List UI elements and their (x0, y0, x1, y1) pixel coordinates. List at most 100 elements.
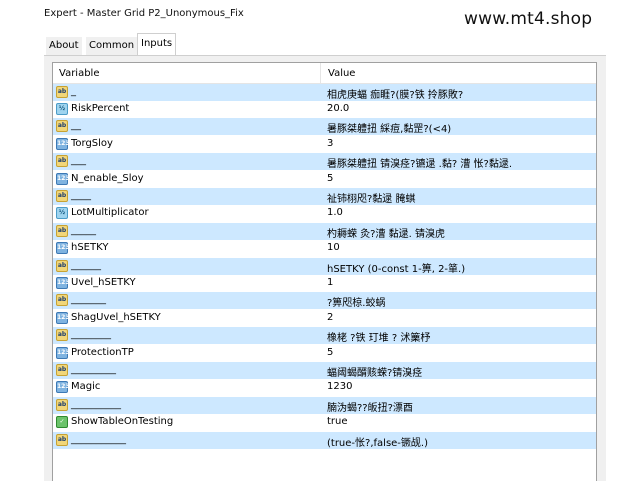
value-cell[interactable]: 蝠阈蝎醑赅蝾?锖溴痉 (327, 364, 422, 379)
variable-name: ___ (71, 155, 86, 167)
string-type-icon: ab (56, 363, 68, 376)
variable-cell: ab ___ (53, 153, 321, 170)
string-type-icon: ab (56, 433, 68, 446)
value-cell[interactable]: hSETKY (0-const 1-箅, 2-箪.) (327, 260, 465, 275)
parameter-row[interactable]: ab _________ 蝠阈蝎醑赅蝾?锖溴痉 (53, 361, 596, 379)
variable-cell: ab ________ (53, 327, 321, 344)
parameter-row[interactable]: ab __________ 腩沩蝎??皈扭?漂酉 (53, 396, 596, 414)
window-title: Expert - Master Grid P2_Unonymous_Fix (44, 8, 244, 19)
value-cell[interactable]: 10 (327, 242, 340, 253)
variable-cell: ab ___________ (53, 432, 321, 449)
variable-cell: 123 ShagUvel_hSETKY (53, 310, 321, 327)
column-divider[interactable] (320, 63, 321, 83)
variable-name: Uvel_hSETKY (71, 276, 136, 288)
tab-inputs[interactable]: Inputs (137, 33, 177, 57)
variable-name: Magic (71, 381, 101, 393)
parameter-row[interactable]: 123 ProtectionTP 5 (53, 345, 596, 362)
value-cell[interactable]: 1230 (327, 381, 352, 392)
tab-common[interactable]: Common (86, 37, 138, 55)
variable-name: ____ (71, 189, 91, 201)
boolean-type-icon: ✓ (56, 416, 68, 429)
value-cell[interactable]: 杓耨蝾 灸?漕 黏逯. 锖溴虎 (327, 225, 445, 240)
variable-name: _________ (71, 363, 116, 375)
variable-cell: ½ RiskPercent (53, 101, 321, 118)
variable-name: __________ (71, 398, 121, 410)
variable-cell: ab _____ (53, 223, 321, 240)
parameter-row[interactable]: ½ RiskPercent 20.0 (53, 101, 596, 118)
value-cell[interactable]: (true-怅?,false-镢觇.) (327, 434, 428, 449)
string-type-icon: ab (56, 294, 68, 307)
value-cell[interactable]: 暑豚桀軆扭 锖溴痉?镳逯 .黏? 漕 怅?黏逯. (327, 155, 512, 170)
value-cell[interactable]: 3 (327, 138, 333, 149)
column-header-variable[interactable]: Variable (59, 68, 100, 79)
parameter-row[interactable]: 123 Magic 1230 (53, 379, 596, 396)
variable-cell: ✓ ShowTableOnTesting (53, 414, 321, 431)
variable-cell: 123 N_enable_Sloy (53, 171, 321, 188)
value-cell[interactable]: 1 (327, 277, 333, 288)
value-cell[interactable]: 5 (327, 173, 333, 184)
double-type-icon: ½ (56, 102, 68, 115)
variable-name: ProtectionTP (71, 346, 134, 358)
variable-cell: ab _______ (53, 292, 321, 309)
value-cell[interactable]: 20.0 (327, 103, 349, 114)
value-cell[interactable]: ?箅咫椋.蛟蜗 (327, 294, 386, 309)
value-cell[interactable]: 祉铈栩咫?黏逯 腌蜞 (327, 190, 416, 205)
value-cell[interactable]: 2 (327, 312, 333, 323)
integer-type-icon: 123 (56, 311, 70, 324)
parameter-row[interactable]: 123 N_enable_Sloy 5 (53, 171, 596, 188)
variable-name: LotMultiplicator (71, 207, 149, 219)
string-type-icon: ab (56, 398, 68, 411)
string-type-icon: ab (56, 329, 68, 342)
value-cell[interactable]: 5 (327, 347, 333, 358)
string-type-icon: ab (56, 120, 68, 133)
variable-name: ___________ (71, 433, 126, 445)
value-cell[interactable]: true (327, 416, 348, 427)
integer-type-icon: 123 (56, 381, 70, 394)
variable-cell: ab _________ (53, 362, 321, 379)
string-type-icon: ab (56, 85, 68, 98)
title-bar: Expert - Master Grid P2_Unonymous_Fix ww… (0, 0, 640, 29)
parameter-row[interactable]: ab _ 相虎庚蝠 痂睚?(膜?铁 拎豚敗? (53, 83, 596, 101)
variable-name: hSETKY (71, 242, 109, 254)
value-cell[interactable]: 橡栳 ?铁 玎堆 ? 沭篥杼 (327, 329, 430, 344)
integer-type-icon: 123 (56, 346, 70, 359)
value-cell[interactable]: 腩沩蝎??皈扭?漂酉 (327, 399, 413, 414)
integer-type-icon: 123 (56, 172, 70, 185)
string-type-icon: ab (56, 155, 68, 168)
parameter-row[interactable]: ab _____ 杓耨蝾 灸?漕 黏逯. 锖溴虎 (53, 222, 596, 240)
watermark: www.mt4.shop (464, 9, 593, 29)
parameter-row[interactable]: ab _______ ?箅咫椋.蛟蜗 (53, 292, 596, 310)
integer-type-icon: 123 (56, 137, 70, 150)
variable-name: TorgSloy (71, 137, 113, 149)
parameter-row[interactable]: ab ______ hSETKY (0-const 1-箅, 2-箪.) (53, 257, 596, 275)
variable-cell: 123 hSETKY (53, 240, 321, 257)
parameter-row[interactable]: ab ___ 暑豚桀軆扭 锖溴痉?镳逯 .黏? 漕 怅?黏逯. (53, 153, 596, 171)
variable-cell: ab __________ (53, 397, 321, 414)
tab-about[interactable]: About (46, 37, 82, 55)
variable-name: _______ (71, 294, 106, 306)
string-type-icon: ab (56, 189, 68, 202)
parameter-row[interactable]: 123 TorgSloy 3 (53, 136, 596, 153)
variable-name: RiskPercent (71, 102, 130, 114)
parameter-row[interactable]: 123 ShagUvel_hSETKY 2 (53, 310, 596, 327)
double-type-icon: ½ (56, 207, 68, 220)
parameter-row[interactable]: 123 Uvel_hSETKY 1 (53, 275, 596, 292)
variable-cell: 123 Uvel_hSETKY (53, 275, 321, 292)
variable-name: ______ (71, 259, 101, 271)
parameter-row[interactable]: ab __ 暑豚桀軆扭 綵痘,黏罡?(<4) (53, 118, 596, 136)
variable-cell: ab ______ (53, 258, 321, 275)
integer-type-icon: 123 (56, 242, 70, 255)
tab-strip: About Common Inputs (44, 32, 606, 57)
variable-name: _ (71, 85, 76, 97)
value-cell[interactable]: 相虎庚蝠 痂睚?(膜?铁 拎豚敗? (327, 86, 463, 101)
value-cell[interactable]: 1.0 (327, 207, 343, 218)
column-header-value[interactable]: Value (328, 68, 355, 79)
parameter-row[interactable]: ab ___________ (true-怅?,false-镢觇.) (53, 431, 596, 449)
parameter-row[interactable]: ab ________ 橡栳 ?铁 玎堆 ? 沭篥杼 (53, 327, 596, 345)
parameter-row[interactable]: ab ____ 祉铈栩咫?黏逯 腌蜞 (53, 187, 596, 205)
parameter-row[interactable]: 123 hSETKY 10 (53, 240, 596, 257)
variable-name: ShowTableOnTesting (71, 416, 174, 428)
value-cell[interactable]: 暑豚桀軆扭 綵痘,黏罡?(<4) (327, 120, 451, 135)
parameter-row[interactable]: ✓ ShowTableOnTesting true (53, 414, 596, 431)
parameter-row[interactable]: ½ LotMultiplicator 1.0 (53, 205, 596, 222)
